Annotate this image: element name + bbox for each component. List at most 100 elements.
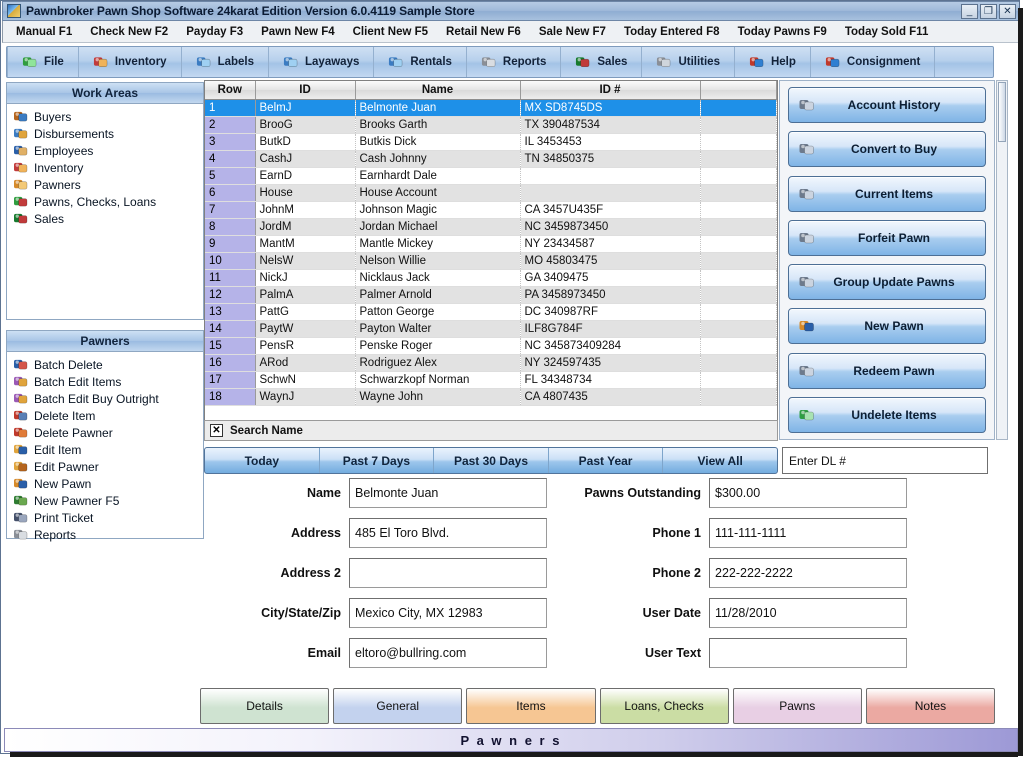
menu-item-7[interactable]: Today Entered F8: [615, 23, 729, 41]
pawner-action-item-6[interactable]: Edit Pawner: [13, 458, 203, 475]
grid-column-header-4[interactable]: [700, 81, 777, 100]
pawner-action-item-9[interactable]: Print Ticket: [13, 509, 203, 526]
form-input-address-2[interactable]: [349, 558, 547, 588]
menu-item-3[interactable]: Pawn New F4: [252, 23, 344, 41]
pawner-action-item-5[interactable]: Edit Item: [13, 441, 203, 458]
action-button-convert-to-buy[interactable]: Convert to Buy: [788, 131, 986, 168]
toolbar-button-layaways[interactable]: Layaways: [269, 47, 375, 77]
filter-button-2[interactable]: Past 30 Days: [434, 448, 549, 473]
form-input-address[interactable]: 485 El Toro Blvd.: [349, 518, 547, 548]
table-row[interactable]: 13 PattG Patton George DC 340987RF: [205, 303, 777, 321]
filter-button-0[interactable]: Today: [205, 448, 320, 473]
table-row[interactable]: 4 CashJ Cash Johnny TN 34850375: [205, 150, 777, 168]
table-row[interactable]: 15 PensR Penske Roger NC 345873409284: [205, 337, 777, 355]
menu-item-1[interactable]: Check New F2: [81, 23, 177, 41]
table-row[interactable]: 17 SchwN Schwarzkopf Norman FL 34348734: [205, 371, 777, 389]
toolbar-button-reports[interactable]: Reports: [467, 47, 562, 77]
grid-body[interactable]: 1 BelmJ Belmonte Juan MX SD8745DS 2 BrooG Broo…: [205, 99, 777, 406]
pawner-action-item-1[interactable]: Batch Edit Items: [13, 373, 203, 390]
toolbar-button-inventory[interactable]: Inventory: [79, 47, 182, 77]
tab-notes[interactable]: Notes: [865, 688, 996, 724]
grid-column-header-0[interactable]: Row: [205, 81, 256, 100]
table-row[interactable]: 10 NelsW Nelson Willie MO 45803475: [205, 252, 777, 270]
work-area-item-4[interactable]: Pawners: [13, 176, 203, 193]
toolbar-button-utilities[interactable]: Utilities: [642, 47, 735, 77]
search-name-bar[interactable]: ✕ Search Name: [204, 420, 778, 441]
pawner-action-item-3[interactable]: Delete Item: [13, 407, 203, 424]
menu-item-2[interactable]: Payday F3: [177, 23, 252, 41]
scrollbar-thumb[interactable]: [998, 82, 1006, 142]
form-input-phone-1[interactable]: 111-111-1111: [709, 518, 907, 548]
table-row[interactable]: 6 House House Account: [205, 184, 777, 202]
form-input-phone-2[interactable]: 222-222-2222: [709, 558, 907, 588]
work-area-item-1[interactable]: Disbursements: [13, 125, 203, 142]
action-button-forfeit-pawn[interactable]: Forfeit Pawn: [788, 219, 986, 256]
table-row[interactable]: 11 NickJ Nicklaus Jack GA 3409475: [205, 269, 777, 287]
table-row[interactable]: 9 MantM Mantle Mickey NY 23434587: [205, 235, 777, 253]
pawner-action-item-4[interactable]: Delete Pawner: [13, 424, 203, 441]
action-button-account-history[interactable]: Account History: [788, 87, 986, 123]
table-row[interactable]: 2 BrooG Brooks Garth TX 390487534: [205, 116, 777, 134]
table-row[interactable]: 3 ButkD Butkis Dick IL 3453453: [205, 133, 777, 151]
form-input-city-state-zip[interactable]: Mexico City, MX 12983: [349, 598, 547, 628]
pawner-action-item-2[interactable]: Batch Edit Buy Outright: [13, 390, 203, 407]
clear-search-icon[interactable]: ✕: [210, 424, 223, 437]
toolbar-button-file[interactable]: File: [7, 47, 79, 77]
toolbar-button-rentals[interactable]: Rentals: [374, 47, 467, 77]
menu-item-0[interactable]: Manual F1: [7, 23, 81, 41]
pawner-action-item-8[interactable]: New Pawner F5: [13, 492, 203, 509]
pawner-action-item-0[interactable]: Batch Delete: [13, 356, 203, 373]
work-area-item-3[interactable]: Inventory: [13, 159, 203, 176]
toolbar-button-sales[interactable]: Sales: [561, 47, 643, 77]
work-area-item-0[interactable]: Buyers: [13, 108, 203, 125]
form-input-user-text[interactable]: [709, 638, 907, 668]
menu-item-9[interactable]: Today Sold F11: [836, 23, 938, 41]
filter-button-3[interactable]: Past Year: [549, 448, 664, 473]
table-row[interactable]: 12 PalmA Palmer Arnold PA 3458973450: [205, 286, 777, 304]
maximize-button[interactable]: ❐: [980, 4, 997, 19]
action-button-current-items[interactable]: Current Items: [788, 175, 986, 212]
table-row[interactable]: 16 ARod Rodriguez Alex NY 324597435: [205, 354, 777, 372]
toolbar-button-help[interactable]: Help: [735, 47, 811, 77]
work-area-item-5[interactable]: Pawns, Checks, Loans: [13, 193, 203, 210]
toolbar-button-labels[interactable]: Labels: [182, 47, 270, 77]
tab-general[interactable]: General: [333, 688, 463, 724]
table-row[interactable]: 5 EarnD Earnhardt Dale: [205, 167, 777, 185]
table-row[interactable]: 1 BelmJ Belmonte Juan MX SD8745DS: [205, 99, 777, 117]
form-input-email[interactable]: eltoro@bullring.com: [349, 638, 547, 668]
right-panel-scrollbar[interactable]: [996, 80, 1008, 440]
tab-items[interactable]: Items: [466, 688, 596, 724]
dl-number-input[interactable]: Enter DL #: [782, 447, 988, 474]
action-button-redeem-pawn[interactable]: Redeem Pawn: [788, 352, 986, 389]
form-input-pawns-outstanding[interactable]: $300.00: [709, 478, 907, 508]
menu-item-6[interactable]: Sale New F7: [530, 23, 615, 41]
grid-column-header-1[interactable]: ID: [255, 81, 356, 100]
action-button-group-update-pawns[interactable]: Group Update Pawns: [788, 264, 986, 301]
menu-item-8[interactable]: Today Pawns F9: [729, 23, 836, 41]
table-row[interactable]: 8 JordM Jordan Michael NC 3459873450: [205, 218, 777, 236]
form-input-name[interactable]: Belmonte Juan: [349, 478, 547, 508]
tab-details[interactable]: Details: [200, 688, 330, 724]
pawner-action-item-10[interactable]: Reports: [13, 526, 203, 543]
tab-pawns[interactable]: Pawns: [732, 688, 862, 724]
close-button[interactable]: ✕: [999, 4, 1016, 19]
action-button-undelete-items[interactable]: Undelete Items: [788, 396, 986, 433]
filter-button-1[interactable]: Past 7 Days: [320, 448, 435, 473]
action-button-new-pawn[interactable]: New Pawn: [788, 308, 986, 345]
filter-button-4[interactable]: View All: [663, 448, 777, 473]
work-area-item-2[interactable]: Employees: [13, 142, 203, 159]
table-row[interactable]: 7 JohnM Johnson Magic CA 3457U435F: [205, 201, 777, 219]
work-area-item-6[interactable]: Sales: [13, 210, 203, 227]
menu-item-4[interactable]: Client New F5: [344, 23, 437, 41]
minimize-button[interactable]: _: [961, 4, 978, 19]
grid-column-header-2[interactable]: Name: [355, 81, 521, 100]
toolbar-button-consignment[interactable]: Consignment: [811, 47, 936, 77]
table-row[interactable]: 18 WaynJ Wayne John CA 4807435: [205, 388, 777, 406]
table-row[interactable]: 14 PaytW Payton Walter ILF8G784F: [205, 320, 777, 338]
pawners-grid[interactable]: Row ID Name ID # 1 BelmJ Belmonte Juan MX SD87…: [204, 80, 778, 440]
form-input-user-date[interactable]: 11/28/2010: [709, 598, 907, 628]
grid-column-header-3[interactable]: ID #: [520, 81, 701, 100]
menu-item-5[interactable]: Retail New F6: [437, 23, 530, 41]
tab-loans-checks[interactable]: Loans, Checks: [599, 688, 729, 724]
pawner-action-item-7[interactable]: New Pawn: [13, 475, 203, 492]
